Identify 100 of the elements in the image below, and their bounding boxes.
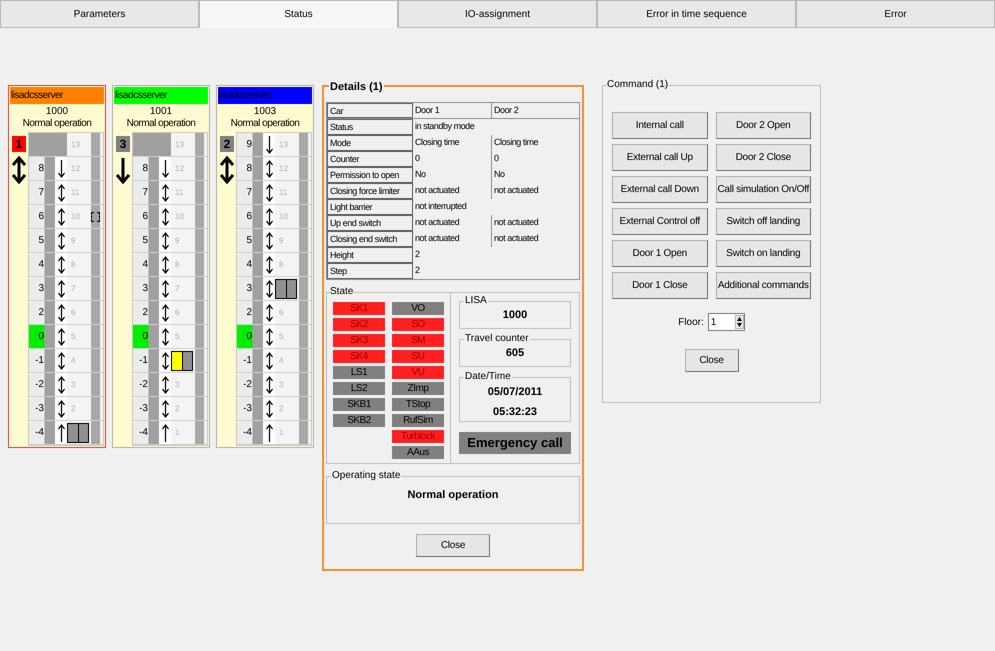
floor-cell: 8 xyxy=(133,157,159,180)
up-down-arrow-icon xyxy=(160,400,170,418)
position-number: 12 xyxy=(70,162,80,174)
position-number: 13 xyxy=(278,138,288,150)
floor-cell: -3 xyxy=(29,397,55,420)
tab[interactable]: Parameters xyxy=(0,0,199,28)
command-button[interactable]: Door 2 Close xyxy=(716,144,811,171)
floor-cell: 7 xyxy=(237,181,263,204)
table-cell: Status xyxy=(327,119,413,135)
position-number: 13 xyxy=(174,138,184,150)
command-button[interactable]: External call Up xyxy=(612,144,708,171)
floor-cell: 8 xyxy=(237,157,263,180)
table-cell-text: Door 1 xyxy=(414,104,440,117)
tab[interactable]: IO-assignment xyxy=(398,0,597,28)
up-down-arrow-icon xyxy=(160,280,170,298)
down-arrow-icon xyxy=(160,160,170,178)
position-number: 9 xyxy=(278,234,284,246)
state-indicator: VU xyxy=(392,366,444,379)
group-label: Operating state xyxy=(331,469,402,483)
server-header: lisadcsserver xyxy=(10,87,104,104)
state-indicator: AAus xyxy=(392,446,444,459)
up-down-arrow-icon xyxy=(56,232,66,250)
up-down-arrow-icon xyxy=(160,376,170,394)
position-number: 4 xyxy=(70,354,76,366)
arrow-cell xyxy=(159,133,171,156)
floor-cell: 6 xyxy=(237,205,263,228)
up-down-arrow-icon xyxy=(56,208,66,226)
command-button[interactable]: External call Down xyxy=(612,176,708,203)
command-button[interactable]: Door 1 Open xyxy=(612,240,708,267)
state-indicator: VO xyxy=(392,302,444,315)
travel-counter-value: 605 xyxy=(506,346,524,361)
command-button[interactable]: Switch on landing xyxy=(716,240,811,267)
tab[interactable]: Error in time sequence xyxy=(597,0,796,28)
command-button[interactable]: Switch off landing xyxy=(716,208,811,235)
elevator-panel[interactable]: lisadcsserver 1000 Normal operation 1 13 8 12 7 11 6 10 5 9 4 8 3 7 2 6 0 5 -1 4 -2 3 -3 2 -4 xyxy=(8,85,106,448)
server-header: lisadcsserver xyxy=(218,87,312,104)
elevator-panel[interactable]: lisadcsserver 1001 Normal operation 3 13 8 12 7 11 6 10 5 9 4 8 3 7 2 6 0 5 -1 -2 3 -3 2 -4 1 xyxy=(112,85,210,448)
floor-spinner[interactable]: 1 xyxy=(708,313,745,331)
table-cell: No xyxy=(491,167,579,183)
floor-cell: -1 xyxy=(237,349,263,372)
position-number: 1 xyxy=(174,426,180,438)
state-indicator: ZImp xyxy=(392,382,444,395)
table-cell-text: 0 xyxy=(414,152,421,165)
state-indicator: SKB1 xyxy=(333,398,385,411)
position-number: 6 xyxy=(174,306,180,318)
command-button[interactable]: Additional commands xyxy=(716,272,811,299)
position-number: 11 xyxy=(278,186,288,198)
up-down-arrow-icon xyxy=(160,352,170,370)
elevator-status: Normal operation xyxy=(22,118,92,130)
position-number: 1 xyxy=(278,426,284,438)
close-button[interactable]: Close xyxy=(684,349,738,372)
elevator-panel[interactable]: lisadcsserver 1003 Normal operation 2 9 13 8 12 7 11 6 10 5 9 4 8 3 2 6 0 5 -1 4 -2 3 -3 2 -4 1 xyxy=(216,85,314,448)
up-down-arrow-icon xyxy=(264,184,274,202)
floor-cell: 3 xyxy=(133,277,159,300)
table-cell-text: in standby mode xyxy=(414,120,476,133)
command-button[interactable]: Call simulation On/Off xyxy=(716,176,811,203)
command-button[interactable]: Internal call xyxy=(612,112,708,139)
elevator-id: 1003 xyxy=(252,106,278,118)
up-arrow-icon xyxy=(160,424,170,442)
state-indicator: LS1 xyxy=(333,366,385,379)
operating-state-value: Normal operation xyxy=(407,488,499,503)
floor-cell: 5 xyxy=(237,229,263,252)
position-number: 13 xyxy=(70,138,80,150)
down-arrow-icon xyxy=(264,136,274,154)
elevator-status: Normal operation xyxy=(230,118,300,130)
command-button[interactable]: Door 1 Close xyxy=(612,272,708,299)
elevator-id: 1000 xyxy=(44,106,70,118)
state-indicator: SO xyxy=(392,318,444,331)
position-number: 3 xyxy=(278,378,284,390)
tab[interactable]: Error xyxy=(796,0,995,28)
floor-cell: -4 xyxy=(237,421,263,444)
floor-cell: 5 xyxy=(133,229,159,252)
state-indicator: SK1 xyxy=(333,302,385,315)
floor-cell: 7 xyxy=(29,181,55,204)
command-button[interactable]: Door 2 Open xyxy=(716,112,811,139)
position-number: 7 xyxy=(174,282,180,294)
command-button[interactable]: External Control off xyxy=(612,208,708,235)
floor-cell: 5 xyxy=(29,229,55,252)
table-cell: Mode xyxy=(327,135,413,151)
table-cell: Car xyxy=(327,103,413,118)
table-cell: 0 xyxy=(491,151,579,167)
state-indicator: TStop xyxy=(392,398,444,411)
position-number: 11 xyxy=(70,186,80,198)
table-cell: Closing end switch xyxy=(327,231,413,247)
table-cell-text: 2 xyxy=(414,264,421,277)
tab[interactable]: Status xyxy=(199,0,398,28)
state-indicator: SK3 xyxy=(333,334,385,347)
table-cell-text: not actuated xyxy=(414,184,460,197)
up-down-arrow-icon xyxy=(160,304,170,322)
position-number: 3 xyxy=(70,378,76,390)
position-number: 8 xyxy=(278,258,284,270)
up-down-arrow-icon xyxy=(264,352,274,370)
table-cell-text: 2 xyxy=(414,248,421,261)
position-number: 5 xyxy=(174,330,180,342)
floor-cell: 4 xyxy=(237,253,263,276)
table-cell: not actuated xyxy=(491,215,579,231)
floor-cell: 4 xyxy=(133,253,159,276)
table-cell: Closing time xyxy=(491,135,579,151)
position-number: 6 xyxy=(278,306,284,318)
close-button[interactable]: Close xyxy=(416,534,490,557)
